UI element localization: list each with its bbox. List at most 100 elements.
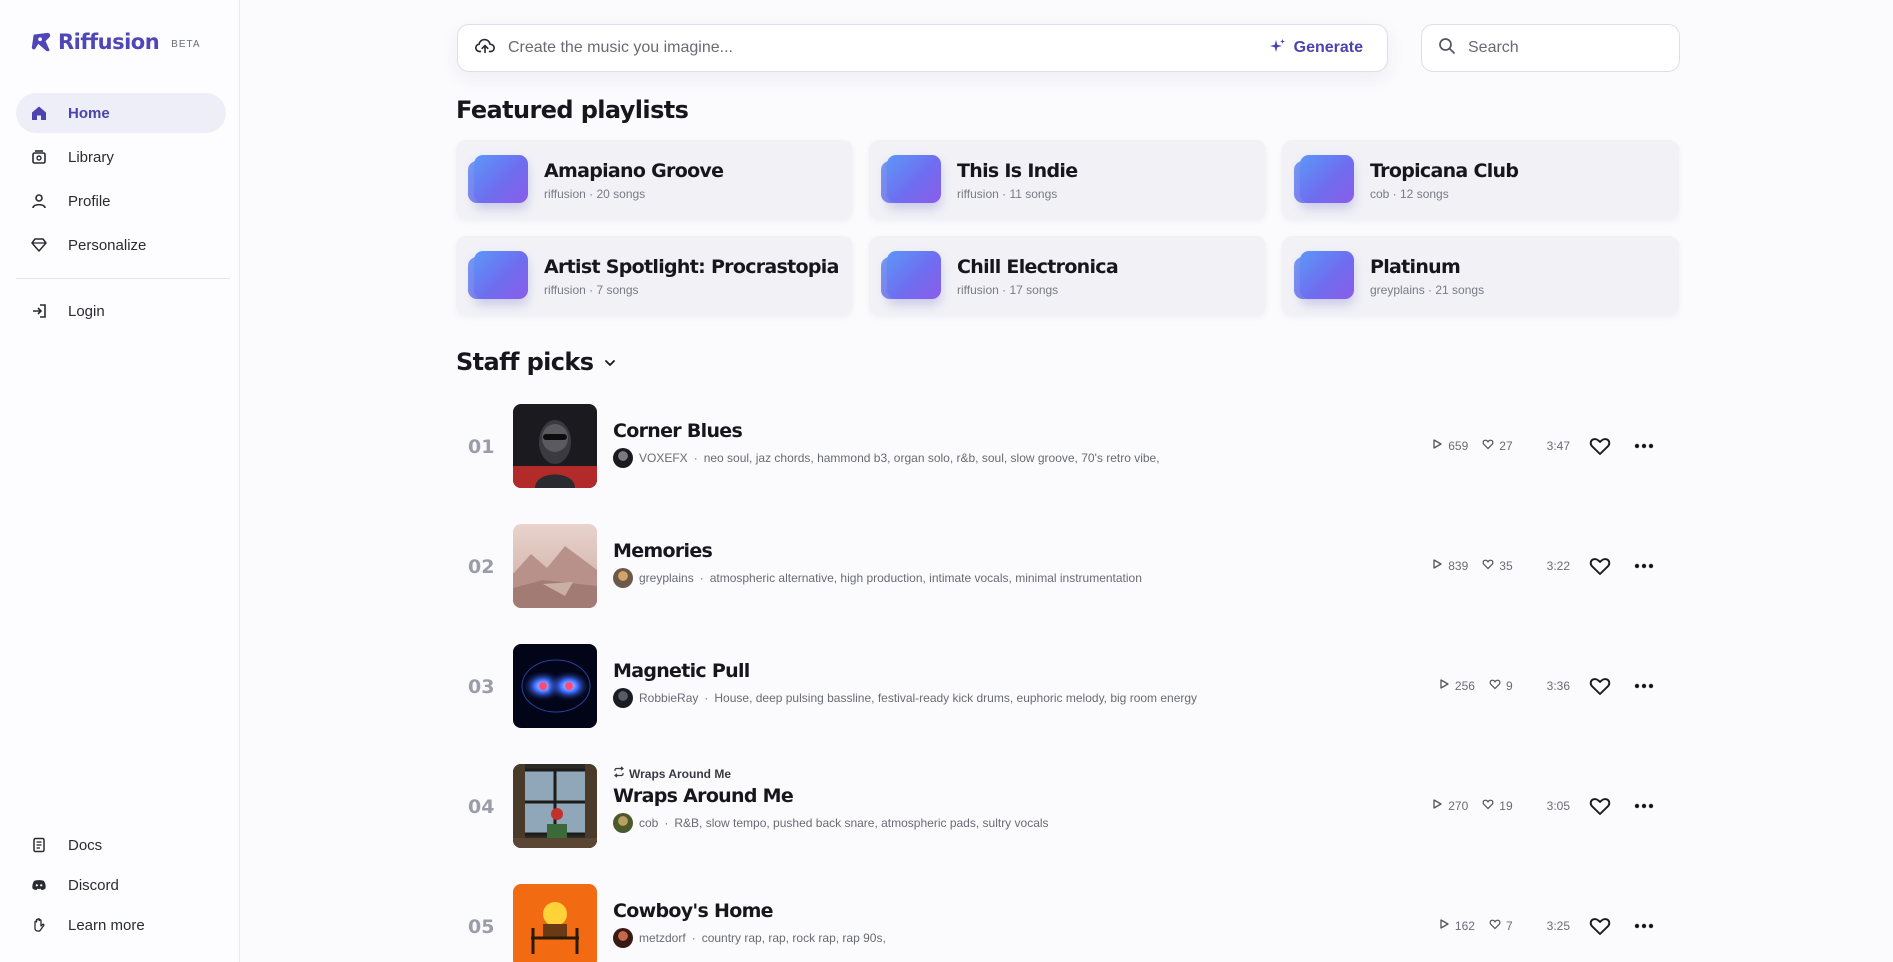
play-count: 839 <box>1448 558 1469 573</box>
track-artist[interactable]: metzdorf <box>639 931 686 945</box>
favorite-heart-icon[interactable] <box>1588 554 1612 578</box>
playlist-meta: riffusion · 7 songs <box>544 282 639 297</box>
more-options-icon[interactable] <box>1632 434 1656 458</box>
staff-picks-title: Staff picks <box>456 348 594 376</box>
track-number: 01 <box>468 436 495 458</box>
playlist-card[interactable]: Artist Spotlight: Procrastopia riffusion … <box>456 236 853 316</box>
track-tags: R&B, slow tempo, pushed back snare, atmo… <box>674 816 1049 830</box>
favorite-heart-icon[interactable] <box>1588 914 1612 938</box>
sidebar-item-home[interactable]: Home <box>16 93 226 133</box>
sidebar-item-library[interactable]: Library <box>16 137 226 177</box>
play-icon <box>1438 678 1450 693</box>
track-row[interactable]: 05 Cowboy's Home metzdorf · country rap,… <box>456 880 1680 962</box>
like-icon <box>1489 678 1501 693</box>
track-title[interactable]: Magnetic Pull <box>613 660 1197 682</box>
featured-playlists-title: Featured playlists <box>456 96 689 124</box>
prompt-placeholder: Create the music you imagine... <box>508 39 733 56</box>
sidebar-item-personalize[interactable]: Personalize <box>16 225 226 265</box>
like-icon <box>1482 798 1494 813</box>
repeat-icon <box>613 766 625 781</box>
playlist-card[interactable]: This Is Indie riffusion · 11 songs <box>869 140 1266 220</box>
more-options-icon[interactable] <box>1632 674 1656 698</box>
favorite-heart-icon[interactable] <box>1588 674 1612 698</box>
avatar[interactable] <box>613 688 633 708</box>
sidebar-item-label: Docs <box>68 836 103 854</box>
sidebar-item-learn-more[interactable]: Learn more <box>16 905 226 945</box>
track-info: Wraps Around Me Wraps Around Me cob · R&… <box>613 766 1049 833</box>
track-cover-art[interactable] <box>513 404 597 488</box>
playlist-meta: riffusion · 17 songs <box>957 282 1059 297</box>
track-artist[interactable]: VOXEFX <box>639 451 688 465</box>
favorite-heart-icon[interactable] <box>1588 794 1612 818</box>
playlist-card[interactable]: Chill Electronica riffusion · 17 songs <box>869 236 1266 316</box>
track-cover-art[interactable] <box>513 644 597 728</box>
generate-button[interactable]: Generate <box>1269 38 1371 59</box>
track-row[interactable]: 04 Wraps Around Me Wraps Around Me cob ·… <box>456 760 1680 880</box>
sidebar-item-label: Profile <box>68 192 111 210</box>
search-input[interactable]: Search <box>1421 24 1680 72</box>
track-info: Memories greyplains · atmospheric altern… <box>613 540 1142 588</box>
track-artist[interactable]: greyplains <box>639 571 694 585</box>
track-stats: 162 7 3:25 <box>1438 918 1570 933</box>
playlist-name: Artist Spotlight: Procrastopia <box>544 255 839 278</box>
track-row[interactable]: 01 Corner Blues VOXEFX · neo soul, jaz c… <box>456 400 1680 520</box>
track-stats: 659 27 3:47 <box>1431 438 1570 453</box>
sidebar-item-profile[interactable]: Profile <box>16 181 226 221</box>
document-icon <box>30 836 48 854</box>
track-duration: 3:25 <box>1546 918 1570 933</box>
playlist-card[interactable]: Amapiano Groove riffusion · 20 songs <box>456 140 853 220</box>
sidebar-item-discord[interactable]: Discord <box>16 865 226 905</box>
like-icon <box>1482 558 1494 573</box>
track-cover-art[interactable] <box>513 884 597 962</box>
more-options-icon[interactable] <box>1632 554 1656 578</box>
track-artist[interactable]: cob <box>639 816 658 830</box>
riffusion-logo-icon <box>31 32 51 52</box>
track-cover-art[interactable] <box>513 524 597 608</box>
home-icon <box>30 104 48 122</box>
track-tags: neo soul, jaz chords, hammond b3, organ … <box>703 451 1160 465</box>
track-cover-art[interactable] <box>513 764 597 848</box>
playlist-card[interactable]: Platinum greyplains · 21 songs <box>1282 236 1679 316</box>
track-duration: 3:22 <box>1546 558 1570 573</box>
upload-cloud-icon[interactable] <box>474 35 496 62</box>
search-icon <box>1438 37 1456 60</box>
track-title[interactable]: Corner Blues <box>613 420 1160 442</box>
playlist-name: Tropicana Club <box>1370 159 1519 182</box>
avatar[interactable] <box>613 448 633 468</box>
library-icon <box>30 148 48 166</box>
avatar[interactable] <box>613 568 633 588</box>
avatar[interactable] <box>613 813 633 833</box>
generate-label: Generate <box>1293 39 1363 56</box>
app-name: Riffusion <box>58 30 160 54</box>
track-title[interactable]: Memories <box>613 540 1142 562</box>
sidebar-nav: Home Library Profile Personalize <box>16 93 226 269</box>
play-count: 162 <box>1454 918 1475 933</box>
track-row[interactable]: 02 Memories greyplains · atmospheric alt… <box>456 520 1680 640</box>
staff-picks-toggle[interactable]: Staff picks <box>456 348 617 376</box>
user-icon <box>30 192 48 210</box>
more-options-icon[interactable] <box>1632 794 1656 818</box>
playlist-card[interactable]: Tropicana Club cob · 12 songs <box>1282 140 1679 220</box>
create-prompt-input[interactable]: Create the music you imagine... Generate <box>457 24 1388 72</box>
remix-source[interactable]: Wraps Around Me <box>613 766 1049 781</box>
track-stats: 270 19 3:05 <box>1431 798 1570 813</box>
track-number: 02 <box>468 556 495 578</box>
playlist-art <box>468 155 528 205</box>
track-row[interactable]: 03 Magnetic Pull RobbieRay · House, deep… <box>456 640 1680 760</box>
logo[interactable]: Riffusion BETA <box>30 30 201 54</box>
like-count: 7 <box>1505 918 1513 933</box>
track-duration: 3:36 <box>1546 678 1570 693</box>
track-artist[interactable]: RobbieRay <box>639 691 698 705</box>
track-title[interactable]: Wraps Around Me <box>613 785 1049 807</box>
playlist-art <box>1294 251 1354 301</box>
track-info: Magnetic Pull RobbieRay · House, deep pu… <box>613 660 1197 708</box>
avatar[interactable] <box>613 928 633 948</box>
play-icon <box>1431 438 1443 453</box>
sidebar-item-login[interactable]: Login <box>16 291 226 331</box>
sparkle-icon <box>1269 38 1286 59</box>
more-options-icon[interactable] <box>1632 914 1656 938</box>
favorite-heart-icon[interactable] <box>1588 434 1612 458</box>
sidebar-item-docs[interactable]: Docs <box>16 825 226 865</box>
sidebar: Riffusion BETA Home Library Profile Pers… <box>0 0 240 962</box>
track-title[interactable]: Cowboy's Home <box>613 900 886 922</box>
